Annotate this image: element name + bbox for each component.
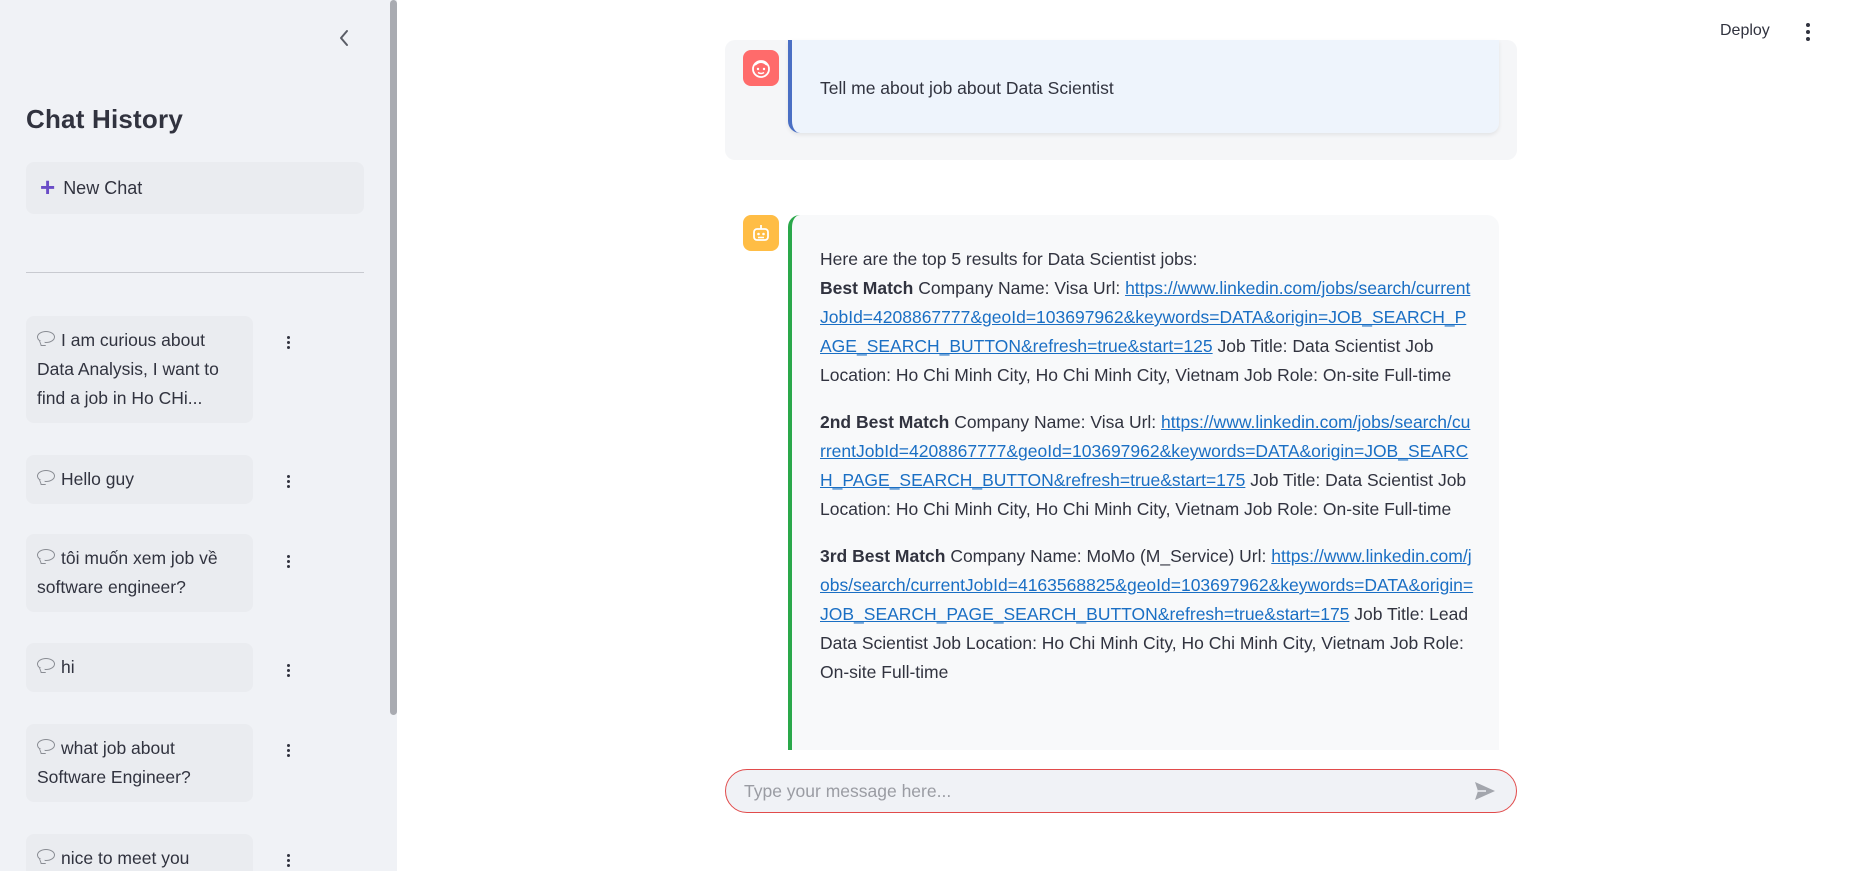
history-item[interactable]: tôi muốn xem job về software engineer?: [26, 534, 253, 612]
result-company: Company Name: MoMo (M_Service) Url:: [945, 546, 1272, 566]
new-chat-button[interactable]: + New Chat: [26, 162, 364, 214]
history-item-menu-button[interactable]: [281, 850, 295, 870]
result-rank: 3rd Best Match: [820, 546, 946, 566]
result-company: Company Name: Visa Url:: [949, 412, 1162, 432]
plus-icon: +: [40, 171, 56, 202]
history-item-menu-button[interactable]: [281, 471, 295, 491]
history-item-label: I am curious about Data Analysis, I want…: [37, 330, 219, 408]
bot-avatar: [743, 215, 779, 251]
history-item-label: hi: [61, 657, 75, 677]
robot-icon: [753, 225, 769, 241]
chat-input[interactable]: [744, 780, 1472, 802]
history-item[interactable]: nice to meet you: [26, 834, 253, 871]
history-item[interactable]: I am curious about Data Analysis, I want…: [26, 316, 253, 423]
history-item-label: what job about Software Engineer?: [37, 738, 191, 787]
sidebar-divider: [26, 272, 364, 273]
sidebar-scrollbar[interactable]: [390, 0, 397, 715]
chat-bubble-icon: [37, 549, 55, 561]
history-item-menu-button[interactable]: [281, 551, 295, 571]
history-item-label: tôi muốn xem job về software engineer?: [37, 548, 218, 597]
kebab-menu-icon: [1806, 23, 1810, 27]
history-item[interactable]: what job about Software Engineer?: [26, 724, 253, 802]
chat-bubble-icon: [37, 739, 55, 751]
deploy-button[interactable]: Deploy: [1720, 22, 1770, 40]
sidebar-title: Chat History: [26, 104, 183, 134]
collapse-sidebar-button[interactable]: [332, 24, 356, 52]
chat-bubble-icon: [37, 658, 55, 670]
user-message: Tell me about job about Data Scientist: [788, 40, 1499, 133]
main-menu-button[interactable]: [1800, 20, 1816, 44]
history-item-label: nice to meet you: [61, 848, 190, 868]
new-chat-label: New Chat: [63, 177, 143, 198]
send-button[interactable]: [1472, 778, 1498, 804]
chat-bubble-icon: [37, 849, 55, 861]
history-item-label: Hello guy: [61, 469, 134, 489]
history-item-menu-button[interactable]: [281, 332, 295, 352]
result-rank: 2nd Best Match: [820, 412, 950, 432]
chevron-left-icon: [340, 30, 348, 46]
history-item-menu-button[interactable]: [281, 740, 295, 760]
result-rank: Best Match: [820, 278, 914, 298]
bot-message: Here are the top 5 results for Data Scie…: [788, 215, 1499, 750]
user-avatar: [743, 50, 779, 86]
send-icon: [1475, 782, 1495, 800]
chat-bubble-icon: [37, 470, 55, 482]
bot-intro: Here are the top 5 results for Data Scie…: [820, 249, 1198, 269]
sidebar: Chat History + New Chat I am curious abo…: [0, 0, 397, 871]
history-item[interactable]: Hello guy: [26, 455, 253, 504]
history-item-menu-button[interactable]: [281, 660, 295, 680]
chat-bubble-icon: [37, 331, 55, 343]
user-face-icon: [752, 60, 770, 78]
result-company: Company Name: Visa Url:: [913, 278, 1126, 298]
chat-input-container: [725, 769, 1517, 813]
history-item[interactable]: hi: [26, 643, 253, 692]
